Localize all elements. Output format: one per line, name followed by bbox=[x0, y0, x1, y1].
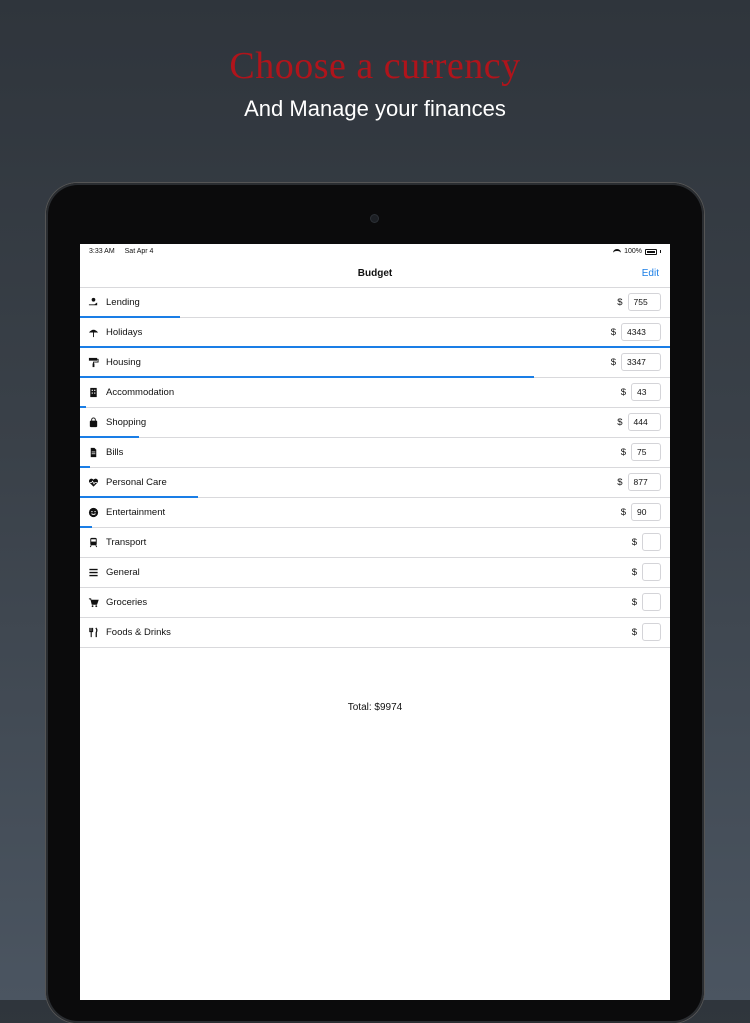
category-row[interactable]: Shopping $444 bbox=[80, 408, 670, 438]
category-row[interactable]: Foods & Drinks $ bbox=[80, 618, 670, 648]
category-row[interactable]: Housing $3347 bbox=[80, 348, 670, 378]
currency-symbol: $ bbox=[620, 447, 626, 458]
category-label: Lending bbox=[106, 297, 140, 308]
hero-subtitle: And Manage your finances bbox=[244, 96, 506, 121]
heartbeat-icon bbox=[88, 477, 99, 488]
amount-input[interactable] bbox=[642, 623, 661, 641]
currency-symbol: $ bbox=[631, 567, 637, 578]
document-icon bbox=[88, 447, 99, 458]
currency-symbol: $ bbox=[617, 417, 623, 428]
currency-symbol: $ bbox=[620, 387, 626, 398]
amount-input[interactable]: 877 bbox=[627, 473, 661, 491]
status-battery-percent: 100% bbox=[624, 248, 642, 255]
paint-roller-icon bbox=[88, 357, 99, 368]
category-row[interactable]: Bills $75 bbox=[80, 438, 670, 468]
amount-input[interactable]: 75 bbox=[631, 443, 661, 461]
currency-symbol: $ bbox=[617, 297, 623, 308]
currency-symbol: $ bbox=[617, 477, 623, 488]
amount-input[interactable] bbox=[642, 593, 661, 611]
hero-title: Choose a currency bbox=[229, 45, 521, 87]
currency-symbol: $ bbox=[631, 537, 637, 548]
amount-input[interactable] bbox=[642, 563, 661, 581]
category-row[interactable]: Personal Care $877 bbox=[80, 468, 670, 498]
status-date: Sat Apr 4 bbox=[124, 248, 154, 255]
amount-input[interactable] bbox=[642, 533, 661, 551]
page-title: Budget bbox=[357, 268, 393, 279]
category-label: Personal Care bbox=[106, 477, 167, 488]
category-row[interactable]: Accommodation $43 bbox=[80, 378, 670, 408]
beach-umbrella-icon bbox=[88, 327, 99, 338]
camera-icon bbox=[371, 215, 378, 222]
category-row[interactable]: General $ bbox=[80, 558, 670, 588]
category-label: Foods & Drinks bbox=[106, 627, 171, 638]
category-label: Holidays bbox=[106, 327, 143, 338]
category-list: Lending $755 Holidays $4343 Housing $3347 Acco… bbox=[80, 288, 670, 648]
category-label: Housing bbox=[106, 357, 141, 368]
amount-input[interactable]: 90 bbox=[631, 503, 661, 521]
status-time: 3:33 AM bbox=[89, 248, 115, 255]
category-row[interactable]: Transport $ bbox=[80, 528, 670, 558]
category-row[interactable]: Groceries $ bbox=[80, 588, 670, 618]
currency-symbol: $ bbox=[631, 597, 637, 608]
navigation-bar: Budget Edit bbox=[80, 260, 670, 288]
currency-symbol: $ bbox=[631, 627, 637, 638]
category-row[interactable]: Holidays $4343 bbox=[80, 318, 670, 348]
category-label: General bbox=[106, 567, 140, 578]
status-bar: 3:33 AM Sat Apr 4 100% bbox=[80, 244, 670, 260]
category-label: Entertainment bbox=[106, 507, 166, 518]
app-screen: 3:33 AM Sat Apr 4 100% Budget Edit Lendi… bbox=[80, 244, 670, 1000]
train-icon bbox=[88, 537, 99, 548]
currency-symbol: $ bbox=[610, 357, 616, 368]
amount-input[interactable]: 43 bbox=[631, 383, 661, 401]
category-label: Groceries bbox=[106, 597, 148, 608]
currency-symbol: $ bbox=[610, 327, 616, 338]
battery-icon bbox=[645, 248, 657, 255]
category-row[interactable]: Entertainment $90 bbox=[80, 498, 670, 528]
amount-input[interactable]: 3347 bbox=[621, 353, 661, 371]
edit-button[interactable]: Edit bbox=[642, 268, 659, 279]
category-label: Accommodation bbox=[106, 387, 175, 398]
total-label: Total: $9974 bbox=[347, 702, 403, 713]
list-icon bbox=[88, 567, 99, 578]
category-label: Shopping bbox=[106, 417, 147, 428]
category-label: Bills bbox=[106, 447, 124, 458]
cart-icon bbox=[88, 597, 99, 608]
hand-coin-icon bbox=[88, 297, 99, 308]
shopping-bag-icon bbox=[88, 417, 99, 428]
category-label: Transport bbox=[106, 537, 147, 548]
amount-input[interactable]: 755 bbox=[627, 293, 661, 311]
currency-symbol: $ bbox=[620, 507, 626, 518]
utensils-icon bbox=[88, 627, 99, 638]
building-icon bbox=[88, 387, 99, 398]
smile-icon bbox=[88, 507, 99, 518]
amount-input[interactable]: 444 bbox=[627, 413, 661, 431]
category-row[interactable]: Lending $755 bbox=[80, 288, 670, 318]
wifi-icon bbox=[613, 248, 622, 255]
amount-input[interactable]: 4343 bbox=[621, 323, 661, 341]
